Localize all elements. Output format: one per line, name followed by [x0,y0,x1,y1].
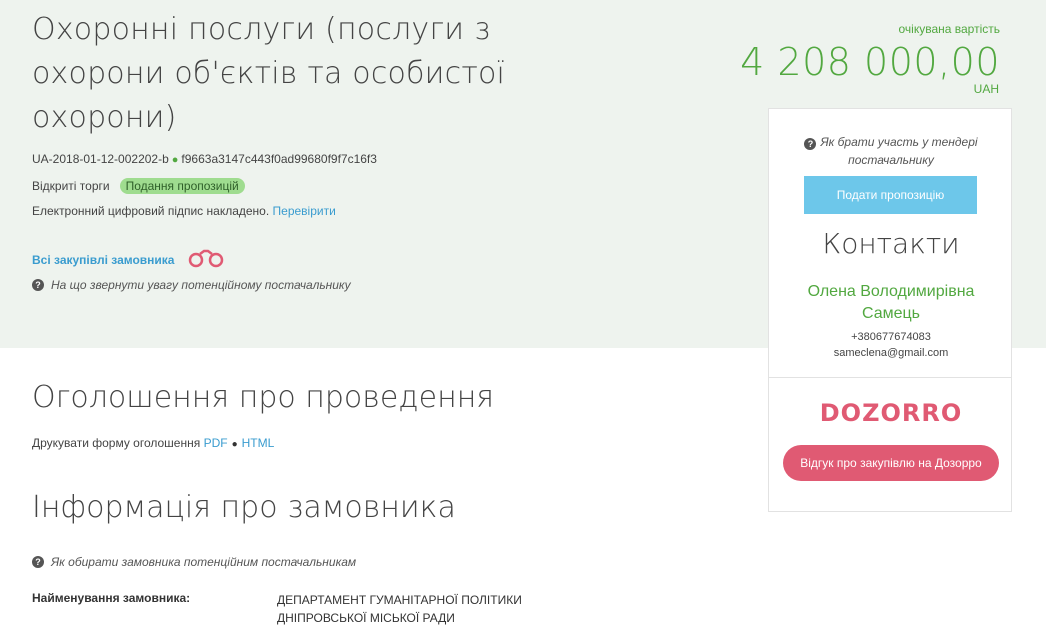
panel-divider [769,377,1011,378]
expected-value-amount: 4 208 000,00 [740,40,1000,84]
question-circle-icon: ? [32,556,44,568]
expected-value-label: очікувана вартість [898,22,1001,36]
contact-phone: +380677674083 [851,331,931,343]
contact-email: sameclena@gmail.com [833,347,949,359]
signature-text: Електронний цифровий підпис накладено. [32,204,270,218]
contacts-title: Контакти [822,227,960,260]
side-panel: ? Як брати участь у тендері постачальнику… [768,108,1012,512]
question-circle-icon: ? [32,279,44,291]
verify-signature-link[interactable]: Перевірити [273,204,336,218]
separator-dot-icon: ● [231,439,238,450]
binoculars-icon[interactable] [174,248,226,271]
all-purchases-link[interactable]: Всі закупівлі замовника [32,253,174,267]
attention-hint-text: На що звернути увагу потенційному постач… [51,278,351,292]
announcement-title: Оголошення про проведення [32,380,495,415]
print-form-label: Друкувати форму оголошення [32,436,201,450]
dozorro-logo: DOZORRO [819,399,963,427]
customer-info-title: Інформація про замовника [32,490,456,525]
status-badge: Подання пропозицій [119,178,245,194]
all-purchases-row: Всі закупівлі замовника [32,248,226,271]
tender-id-line: UA-2018-01-12-002202-b ● f9663a3147c443f0a… [32,152,377,166]
tender-hash: f9663a3147c443f0ad99680f9f7c16f3 [181,152,377,166]
procedure-line: Відкриті торги Подання пропозицій [32,178,245,194]
dozorro-feedback-button[interactable]: Відгук про закупівлю на Дозорро [783,445,999,481]
signature-line: Електронний цифровий підпис накладено. П… [32,204,336,218]
separator-dot-icon: ● [171,154,179,166]
attention-hint[interactable]: ? На що звернути увагу потенційному пост… [32,278,351,292]
procedure-type: Відкриті торги [32,179,110,193]
print-pdf-link[interactable]: PDF [204,436,228,450]
currency-label: UAH [973,82,999,96]
customer-name-label: Найменування замовника: [32,591,191,605]
tender-title: Охоронні послуги (послуги з охорони об'є… [32,12,506,135]
question-circle-icon: ? [804,138,817,150]
contact-name: Олена Володимирівна Самець [807,283,975,322]
submit-proposal-button[interactable]: Подати пропозицію [804,176,977,214]
customer-hint[interactable]: ? Як обирати замовника потенційним поста… [32,555,356,569]
tender-id: UA-2018-01-12-002202-b [32,152,169,166]
participate-hint-text: Як брати участь у тендері постачальнику [820,135,978,167]
print-html-link[interactable]: HTML [242,436,275,450]
print-form-line: Друкувати форму оголошення PDF ● HTML [32,436,274,450]
customer-hint-text: Як обирати замовника потенційним постача… [51,555,357,569]
customer-name-value: ДЕПАРТАМЕНТ ГУМАНІТАРНОЇ ПОЛІТИКИ ДНІПРО… [277,593,522,625]
participate-hint[interactable]: ? Як брати участь у тендері постачальнику [769,133,1013,169]
